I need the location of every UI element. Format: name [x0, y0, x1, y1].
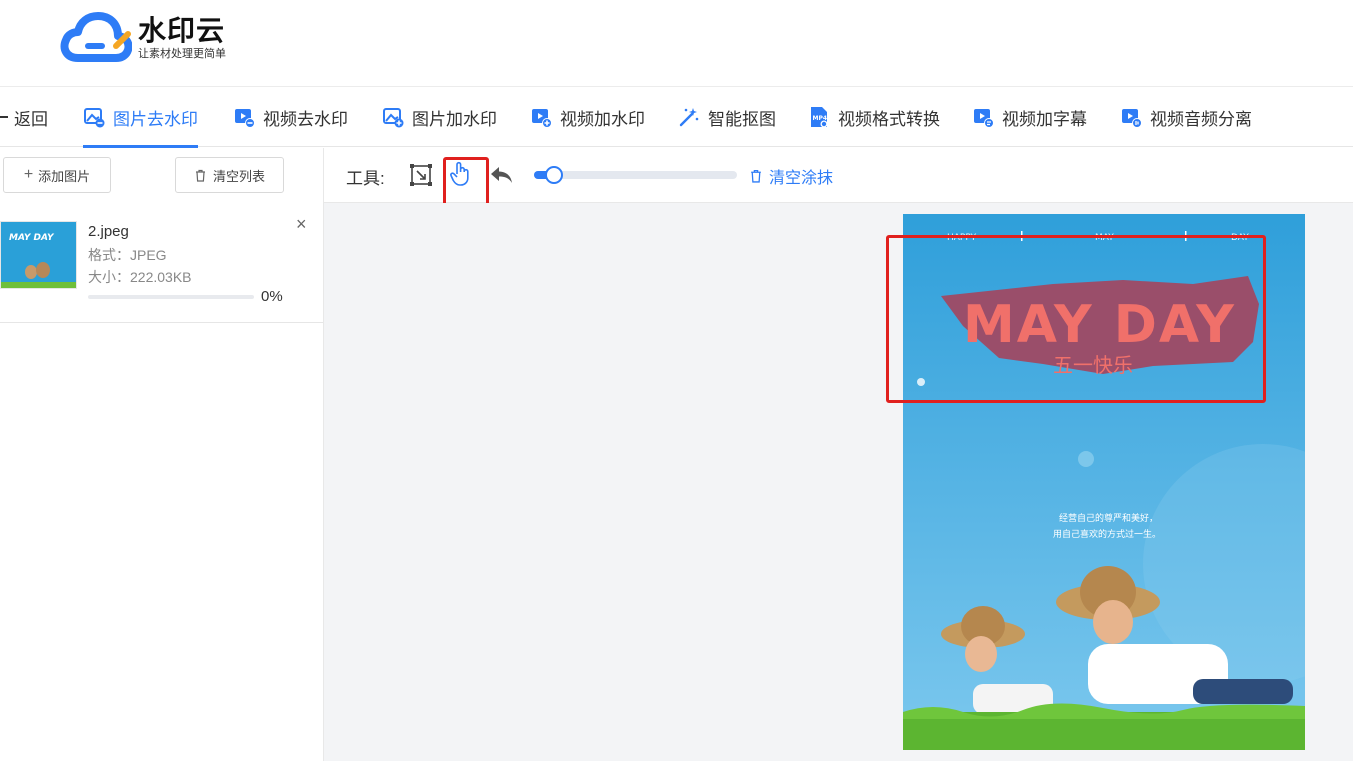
tab-video-audio-split[interactable]: 视频音频分离	[1120, 87, 1252, 147]
tab-label: 视频格式转换	[838, 109, 940, 129]
clear-list-button[interactable]: 清空列表	[175, 157, 284, 193]
top-nav: 返回 图片去水印 视频去水印 图片加水印 视频加水印 智能抠图 MP4 视频格式…	[0, 86, 1353, 148]
tool-bar: 工具: 清空涂抹	[324, 148, 1353, 207]
app-slogan: 让素材处理更简单	[138, 48, 226, 60]
undo-icon	[491, 167, 512, 183]
poster-quote-line1: 经营自己的尊严和美好，	[1059, 512, 1158, 524]
file-size: 大小：222.03KB	[88, 269, 192, 285]
brush-size-slider[interactable]	[534, 166, 737, 184]
tab-label: 视频去水印	[263, 109, 348, 129]
image-remove-icon	[84, 108, 105, 128]
back-button[interactable]: 返回	[0, 87, 48, 147]
tab-label: 视频加水印	[560, 109, 645, 129]
trash-icon	[195, 169, 205, 182]
remove-file-close-icon[interactable]: ×	[296, 215, 307, 233]
magic-wand-icon	[679, 108, 699, 127]
tab-video-remove-watermark[interactable]: 视频去水印	[233, 87, 348, 147]
poster-quote-line2: 用自己喜欢的方式过一生。	[1053, 528, 1161, 540]
video-remove-icon	[235, 109, 255, 128]
plus-icon: +	[23, 166, 34, 183]
tab-label: 智能抠图	[708, 109, 776, 129]
rect-select-tool-button[interactable]	[408, 162, 434, 188]
tab-video-add-watermark[interactable]: 视频加水印	[530, 87, 645, 147]
file-name: 2.jpeg	[88, 223, 129, 240]
tab-video-format-convert[interactable]: MP4 视频格式转换	[808, 87, 940, 147]
video-add-icon	[532, 109, 552, 128]
app-header: 水印云 让素材处理更简单	[0, 0, 1353, 86]
tab-label: 视频音频分离	[1150, 109, 1252, 129]
image-add-icon	[383, 108, 404, 128]
trash-icon	[751, 169, 761, 183]
editor-canvas[interactable]: HAPPY MAY DAY MAY DAY 五一快乐 经营自己的尊严和美好， 用…	[324, 203, 1353, 761]
file-thumbnail: MAY DAY	[0, 221, 77, 289]
back-label: 返回	[14, 109, 48, 129]
tab-label: 图片去水印	[113, 109, 198, 129]
tab-video-subtitle[interactable]: 视频加字幕	[972, 87, 1087, 147]
clear-smear-button[interactable]: 清空涂抹	[749, 164, 833, 188]
rect-select-icon	[410, 164, 432, 186]
file-list-panel: + 添加图片 清空列表 MAY DAY 2.jpeg 格式：JPEG 大小：22…	[0, 148, 324, 761]
file-progress-text: 0%	[261, 288, 283, 305]
add-image-button[interactable]: + 添加图片	[3, 157, 111, 193]
back-arrow-icon	[0, 116, 8, 118]
tab-image-add-watermark[interactable]: 图片加水印	[382, 87, 497, 147]
highlight-box-watermark-region	[886, 235, 1266, 403]
tools-label: 工具:	[346, 169, 385, 188]
tab-smart-cutout[interactable]: 智能抠图	[678, 87, 776, 147]
clear-list-label: 清空列表	[212, 168, 265, 184]
undo-button[interactable]	[488, 162, 514, 188]
file-format: 格式：JPEG	[88, 247, 167, 263]
mp4-convert-icon: MP4	[811, 107, 828, 128]
clear-smear-label: 清空涂抹	[769, 170, 834, 187]
video-audio-split-icon	[1122, 109, 1142, 128]
brush-size-slider-knob[interactable]	[545, 166, 564, 184]
tab-label: 图片加水印	[412, 109, 497, 129]
app-name: 水印云	[138, 15, 226, 46]
file-list-item[interactable]: MAY DAY 2.jpeg 格式：JPEG 大小：222.03KB ×	[0, 203, 323, 323]
svg-text:MAY DAY: MAY DAY	[9, 233, 55, 243]
app-logo[interactable]: 水印云 让素材处理更简单	[58, 10, 226, 66]
video-subtitle-icon	[974, 109, 994, 128]
file-progress-bar	[88, 295, 254, 299]
highlight-box-hand-tool	[443, 157, 489, 207]
add-image-label: 添加图片	[38, 168, 91, 184]
tab-label: 视频加字幕	[1002, 109, 1087, 129]
cloud-logo-icon	[60, 12, 132, 62]
tab-image-remove-watermark[interactable]: 图片去水印	[83, 87, 198, 148]
